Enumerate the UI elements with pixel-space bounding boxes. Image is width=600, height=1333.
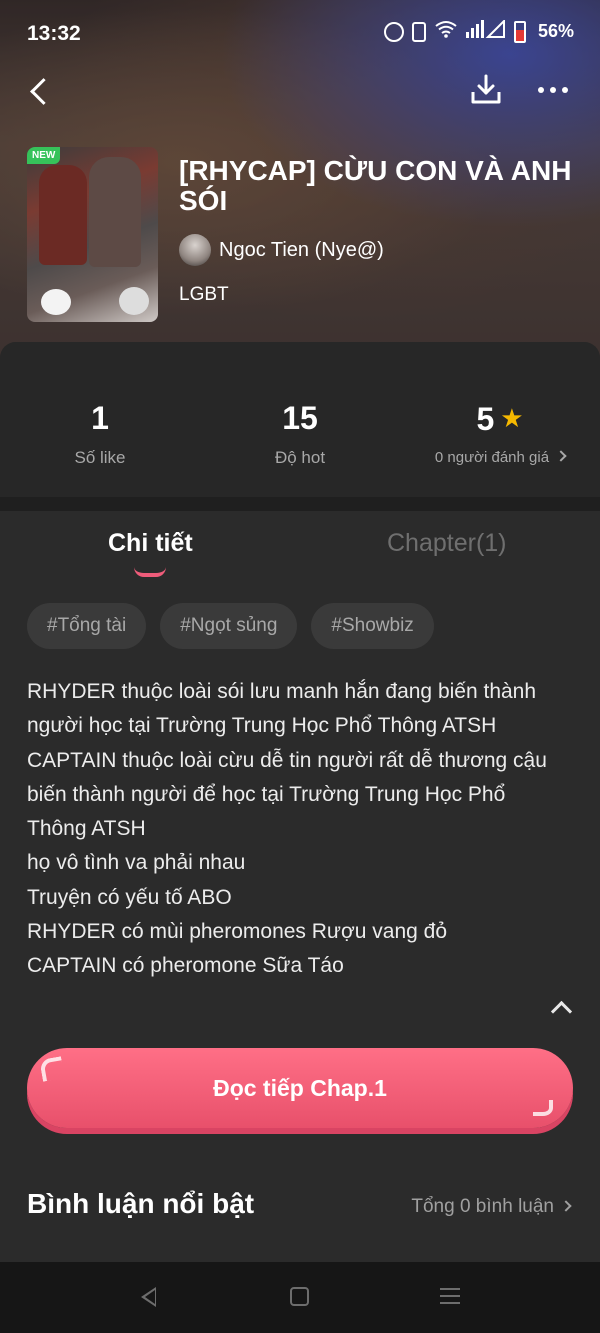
author-avatar[interactable] [179,234,211,266]
genre-label[interactable]: LGBT [179,284,229,306]
system-nav-bar [0,1262,600,1333]
comments-total[interactable]: Tổng 0 bình luận [411,1196,572,1218]
chevron-right-icon [560,1200,572,1212]
nav-home-icon[interactable] [290,1287,309,1306]
chevron-right-icon [555,450,567,462]
tab-bar: Chi tiết Chapter(1) [0,511,600,581]
chevron-left-icon[interactable] [22,72,58,108]
book-cover[interactable]: NEW [27,147,158,322]
tab-details[interactable]: Chi tiết [108,529,193,558]
book-title: [RHYCAP] CỪU CON VÀ ANH SÓI [179,155,572,216]
description: RHYDER thuộc loài sói lưu manh hắn đang … [27,675,567,984]
battery-percent: 56% [537,21,574,41]
stat-rating[interactable]: 5 ★ 0 người đánh giá [400,400,600,466]
comments-total-label: Tổng 0 bình luận [411,1196,554,1217]
download-icon[interactable] [468,72,504,108]
status-bar: 13:32 56% [0,0,600,68]
battery-icon [513,20,526,43]
wifi-icon [434,20,458,43]
continue-reading-label: Đọc tiếp Chap.1 [213,1074,387,1101]
stat-rating-label[interactable]: 0 người đánh giá [435,449,549,466]
stat-likes-label: Số like [74,448,126,467]
description-line: CAPTAIN thuộc loài cừu dễ tin người rất … [27,748,553,841]
status-icons: 56% [383,18,574,43]
status-time: 13:32 [27,22,81,45]
more-horizontal-icon[interactable] [532,72,574,108]
stat-hot: 15 Độ hot [200,400,400,468]
comments-heading: Bình luận nổi bật [27,1188,255,1219]
description-line: RHYDER thuộc loài sói lưu manh hắn đang … [27,680,542,738]
chevron-up-icon[interactable] [548,998,576,1018]
description-line: RHYDER có mùi pheromones Rượu vang đỏ [27,920,448,944]
stat-hot-value: 15 [282,400,318,436]
nav-back-icon[interactable] [141,1287,156,1307]
author[interactable]: Ngoc Tien (Nye@) [179,234,384,266]
description-line: CAPTAIN có pheromone Sữa Táo [27,954,344,978]
description-line: họ vô tình va phải nhau [27,851,246,875]
stat-hot-label: Độ hot [274,448,326,467]
alarm-icon [383,21,404,42]
detail-panel: 1 Số like 15 Độ hot 5 ★ 0 người đánh giá … [0,342,600,1262]
nav-menu-icon[interactable] [440,1288,460,1306]
continue-reading-button[interactable]: Đọc tiếp Chap.1 [27,1048,573,1128]
stats-section: 1 Số like 15 Độ hot 5 ★ 0 người đánh giá [0,342,600,497]
tag-chip[interactable]: #Showbiz [311,603,434,649]
signal-icon [465,18,506,43]
top-toolbar [0,68,600,114]
tag-chip[interactable]: #Ngọt sủng [160,603,298,649]
description-line: Truyện có yếu tố ABO [27,885,232,909]
stat-rating-value: 5 [476,401,495,437]
stat-likes-value: 1 [91,400,109,436]
author-name[interactable]: Ngoc Tien (Nye@) [219,239,384,262]
new-badge: NEW [27,147,61,164]
featured-comments-header: Bình luận nổi bật Tổng 0 bình luận [0,1178,600,1238]
tag-list: #Tổng tài #Ngọt sủng #Showbiz [27,603,434,649]
stat-likes: 1 Số like [0,400,200,468]
section-divider [0,497,600,511]
star-icon: ★ [500,403,524,433]
tag-chip[interactable]: #Tổng tài [27,603,147,649]
vibrate-icon [411,21,426,42]
active-tab-indicator [134,567,166,577]
tab-chapters[interactable]: Chapter(1) [387,529,507,558]
